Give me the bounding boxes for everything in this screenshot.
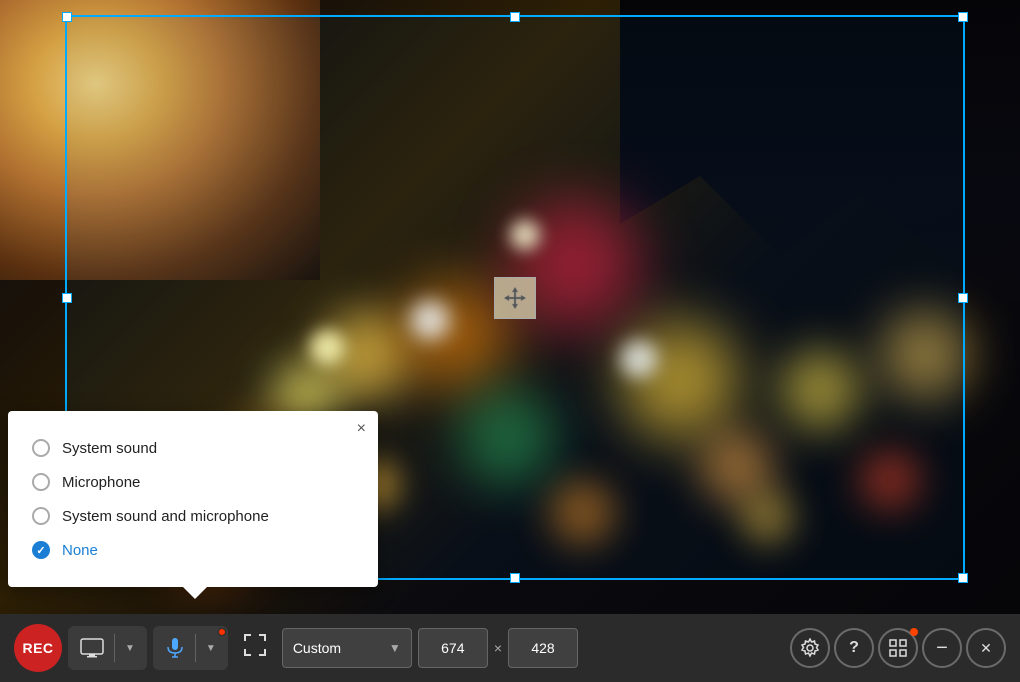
dropdown-chevron: ▼ [389,641,401,655]
popup-close-button[interactable]: × [357,421,366,437]
grid-icon [889,639,907,657]
screen-capture-group: ▼ [68,626,147,670]
audio-option-none-label: None [62,542,98,559]
move-handle[interactable] [494,277,536,319]
help-icon: ? [849,639,859,657]
handle-bottom-right[interactable] [958,573,968,583]
radio-none[interactable] [32,541,50,559]
dimensions-group: × [418,628,578,668]
radio-system-and-mic[interactable] [32,507,50,525]
radio-system-sound[interactable] [32,439,50,457]
custom-size-dropdown[interactable]: Custom ▼ [282,628,412,668]
audio-option-none[interactable]: None [32,533,354,567]
handle-top-left[interactable] [62,12,72,22]
dimension-cross: × [494,640,502,656]
handle-middle-left[interactable] [62,293,72,303]
minus-icon: − [936,637,948,660]
close-icon: ✕ [980,640,992,657]
microphone-icon [165,637,185,659]
screen-divider [114,634,115,662]
microphone-group: ▼ [153,626,228,670]
expand-button[interactable] [234,628,276,668]
dropdown-label: Custom [293,640,341,656]
screen-capture-button[interactable] [76,634,108,662]
audio-popup: × System sound Microphone System sound a… [8,411,378,587]
audio-option-system-sound-label: System sound [62,440,157,457]
toolbar-right-icons: ? − ✕ [790,628,1006,668]
expand-icon [244,634,266,656]
screen-dropdown-arrow[interactable]: ▼ [121,639,139,658]
width-input[interactable] [418,628,488,668]
handle-top-right[interactable] [958,12,968,22]
grid-wrapper [878,628,918,668]
mic-dropdown-arrow[interactable]: ▼ [202,639,220,658]
settings-gear-icon [800,638,820,658]
microphone-button[interactable] [161,633,189,663]
mic-active-dot [218,628,226,636]
settings-button[interactable] [790,628,830,668]
move-arrows-icon [502,285,528,311]
mic-divider [195,634,196,662]
handle-middle-right[interactable] [958,293,968,303]
audio-option-microphone[interactable]: Microphone [32,465,354,499]
audio-option-microphone-label: Microphone [62,474,140,491]
audio-option-system-and-mic[interactable]: System sound and microphone [32,499,354,533]
height-input[interactable] [508,628,578,668]
handle-bottom-center[interactable] [510,573,520,583]
toolbar: REC ▼ ▼ [0,614,1020,682]
audio-option-system-and-mic-label: System sound and microphone [62,508,269,525]
screen-icon [80,638,104,658]
handle-top-center[interactable] [510,12,520,22]
radio-microphone[interactable] [32,473,50,491]
audio-option-system-sound[interactable]: System sound [32,431,354,465]
close-button[interactable]: ✕ [966,628,1006,668]
grid-notification-dot [910,628,918,636]
rec-button[interactable]: REC [14,624,62,672]
help-button[interactable]: ? [834,628,874,668]
minimize-button[interactable]: − [922,628,962,668]
